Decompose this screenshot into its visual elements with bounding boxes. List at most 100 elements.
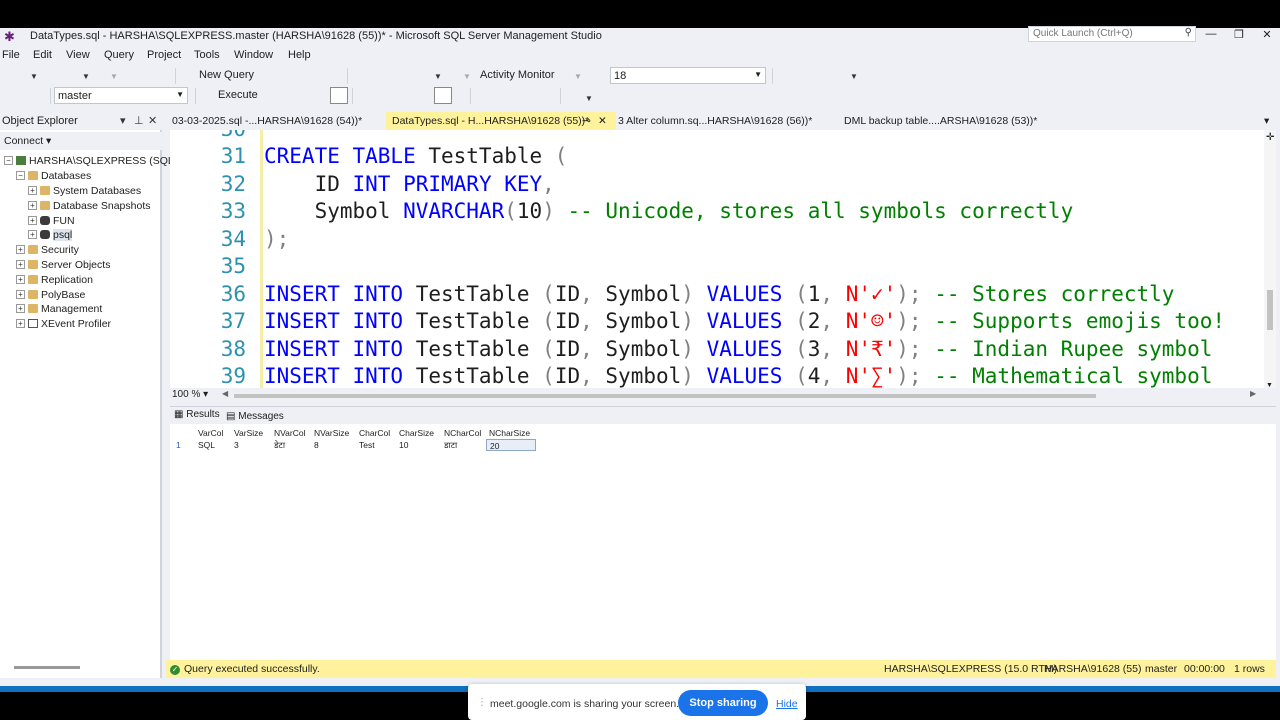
- expand-icon[interactable]: +: [16, 304, 25, 313]
- tree-system-databases[interactable]: + System Databases: [28, 185, 141, 197]
- collapse-icon[interactable]: −: [4, 156, 13, 165]
- undo-dropdown-icon[interactable]: ▼: [110, 72, 118, 81]
- menu-window[interactable]: Window: [234, 49, 273, 61]
- zoom-level-select[interactable]: 100 % ▾: [172, 389, 208, 400]
- new-query-button[interactable]: New Query: [199, 69, 254, 81]
- token-pu: (: [554, 144, 568, 168]
- toolbar-dropdown-icon[interactable]: ▼: [434, 72, 442, 81]
- tree-database-snapshots[interactable]: + Database Snapshots: [28, 200, 150, 212]
- hide-banner-link[interactable]: Hide: [776, 698, 798, 710]
- tab-alter-column[interactable]: 3 Alter column.sq...HARSHA\91628 (56))*: [612, 112, 818, 130]
- minimize-button[interactable]: —: [1200, 28, 1222, 42]
- toolbar-standard: ▼ ▼ ▼ New Query ▼ ▼ Activity Monitor ▼ 1…: [0, 66, 1280, 86]
- menu-file[interactable]: File: [2, 49, 20, 61]
- column-header[interactable]: NCharSize: [489, 427, 530, 439]
- tree-server[interactable]: − HARSHA\SQLEXPRESS (SQL S: [4, 155, 183, 167]
- restore-button[interactable]: ❐: [1228, 28, 1250, 42]
- table-cell[interactable]: 8: [314, 439, 319, 451]
- tree-xevent-profiler[interactable]: + XEvent Profiler: [16, 318, 111, 330]
- menu-help[interactable]: Help: [288, 49, 311, 61]
- debug-button[interactable]: [330, 87, 348, 104]
- parse-button[interactable]: [434, 87, 452, 104]
- pin-icon[interactable]: ⊸: [582, 115, 591, 127]
- menu-tools[interactable]: Tools: [194, 49, 220, 61]
- close-button[interactable]: ✕: [1256, 28, 1278, 42]
- tree-replication[interactable]: + Replication: [16, 274, 93, 286]
- column-header[interactable]: CharCol: [359, 427, 390, 439]
- column-header[interactable]: VarSize: [234, 427, 263, 439]
- column-header[interactable]: CharSize: [399, 427, 434, 439]
- toolbar-overflow-icon[interactable]: ▼: [585, 94, 593, 103]
- connect-button[interactable]: Connect ▾: [4, 135, 51, 147]
- scroll-right-icon[interactable]: ▶: [1250, 389, 1256, 398]
- tree-db-fun[interactable]: + FUN: [28, 215, 75, 227]
- table-cell[interactable]: 3: [234, 439, 239, 451]
- font-size-combo[interactable]: 18 ▼: [610, 67, 766, 84]
- scroll-left-icon[interactable]: ◀: [222, 389, 228, 398]
- back-dropdown-icon[interactable]: ▼: [30, 72, 38, 81]
- menu-query[interactable]: Query: [104, 49, 134, 61]
- expand-icon[interactable]: +: [28, 201, 37, 210]
- menu-view[interactable]: View: [66, 49, 90, 61]
- quick-launch-input[interactable]: Quick Launch (Ctrl+Q) ⚲: [1028, 26, 1196, 42]
- tree-label: Server Objects: [41, 259, 111, 271]
- editor-horizontal-scroll-thumb[interactable]: [234, 394, 1096, 398]
- tree-polybase[interactable]: + PolyBase: [16, 289, 85, 301]
- execute-button[interactable]: Execute: [218, 89, 258, 101]
- column-header[interactable]: VarCol: [198, 427, 223, 439]
- expand-icon[interactable]: +: [28, 216, 37, 225]
- tree-db-psql[interactable]: + psql: [28, 229, 73, 241]
- database-select[interactable]: master ▼: [54, 87, 188, 104]
- close-tab-icon[interactable]: ✕: [598, 115, 607, 127]
- table-cell[interactable]: डेटा: [274, 439, 285, 451]
- column-header[interactable]: NCharCol: [444, 427, 481, 439]
- status-message: ✓ Query executed successfully.: [170, 663, 320, 675]
- tree-security[interactable]: + Security: [16, 244, 79, 256]
- close-icon[interactable]: ✕: [148, 114, 157, 127]
- panel-dropdown-icon[interactable]: ▾: [120, 114, 126, 127]
- toolbar-dropdown-icon[interactable]: ▼: [463, 72, 471, 81]
- scroll-thumb[interactable]: [1267, 290, 1273, 330]
- split-icon[interactable]: ✛: [1266, 132, 1274, 143]
- expand-icon[interactable]: +: [16, 260, 25, 269]
- tree-server-objects[interactable]: + Server Objects: [16, 259, 110, 271]
- expand-icon[interactable]: +: [28, 230, 37, 239]
- editor-vertical-scrollbar[interactable]: ✛ ▼: [1264, 130, 1276, 389]
- pin-icon[interactable]: ⊥: [134, 114, 144, 127]
- activity-monitor-button[interactable]: Activity Monitor: [480, 69, 555, 81]
- expand-icon[interactable]: +: [16, 319, 25, 328]
- tree-databases[interactable]: − Databases: [16, 170, 91, 182]
- row-number[interactable]: 1: [176, 439, 181, 451]
- expand-icon[interactable]: +: [16, 275, 25, 284]
- table-cell[interactable]: SQL: [198, 439, 215, 451]
- menu-edit[interactable]: Edit: [33, 49, 52, 61]
- column-header[interactable]: NVarCol: [274, 427, 306, 439]
- table-cell[interactable]: डाटा: [444, 439, 457, 451]
- collapse-icon[interactable]: −: [16, 171, 25, 180]
- tab-results[interactable]: ▦ Results: [174, 409, 220, 420]
- table-cell[interactable]: Test: [359, 439, 375, 451]
- tab-dml-backup[interactable]: DML backup table....ARSHA\91628 (53))*: [838, 112, 1043, 130]
- table-cell[interactable]: 20: [486, 439, 536, 451]
- expand-icon[interactable]: +: [16, 245, 25, 254]
- sql-editor[interactable]: 30 31CREATE TABLE TestTable (32 ID INT P…: [170, 130, 1276, 388]
- toolbar-dropdown-icon[interactable]: ▼: [574, 72, 582, 81]
- toolbar-overflow-icon[interactable]: ▼: [850, 72, 858, 81]
- chevron-down-icon: ▼: [176, 90, 184, 99]
- drag-handle-icon[interactable]: ⋮: [477, 697, 487, 708]
- tab-03-03-2025[interactable]: 03-03-2025.sql -...HARSHA\91628 (54))*: [166, 112, 368, 130]
- tab-list-dropdown-icon[interactable]: ▾: [1258, 112, 1275, 130]
- token-nu: 4: [807, 364, 821, 388]
- column-header[interactable]: NVarSize: [314, 427, 349, 439]
- tree-management[interactable]: + Management: [16, 303, 102, 315]
- table-cell[interactable]: 10: [399, 439, 408, 451]
- horizontal-scrollbar[interactable]: [14, 666, 80, 669]
- tab-messages[interactable]: ▤ Messages: [226, 411, 284, 422]
- stop-sharing-button[interactable]: Stop sharing: [678, 690, 768, 716]
- forward-dropdown-icon[interactable]: ▼: [82, 72, 90, 81]
- token-kw: CREATE TABLE: [264, 144, 416, 168]
- expand-icon[interactable]: +: [28, 186, 37, 195]
- menu-project[interactable]: Project: [147, 49, 181, 61]
- expand-icon[interactable]: +: [16, 290, 25, 299]
- tab-datatypes[interactable]: DataTypes.sql - H...HARSHA\91628 (55))* ⊸…: [386, 112, 616, 130]
